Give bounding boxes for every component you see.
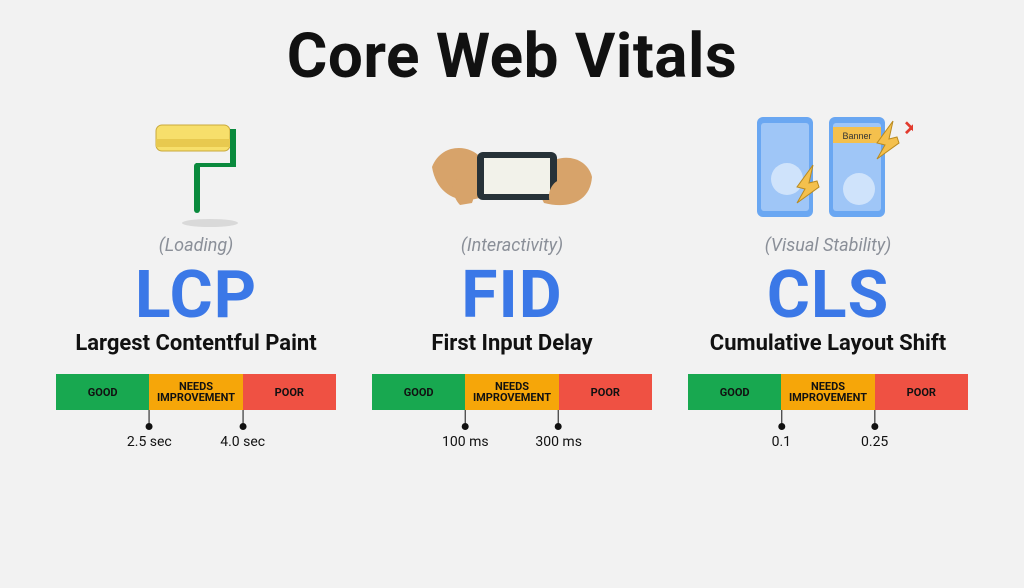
segment-needs-improvement: NEEDSIMPROVEMENT xyxy=(465,374,558,410)
segment-good: GOOD xyxy=(372,374,465,410)
svg-text:✕: ✕ xyxy=(903,116,913,140)
metric-acronym: CLS xyxy=(767,262,890,329)
threshold-bar: GOOD NEEDSIMPROVEMENT POOR 2.5 sec 4.0 s… xyxy=(56,374,336,450)
paint-roller-icon xyxy=(106,107,286,227)
metric-fid: (Interactivity) FID First Input Delay GO… xyxy=(366,107,658,450)
segment-good: GOOD xyxy=(56,374,149,410)
metric-cls: Banner ✕ (Visual Stability) CLS Cumulati… xyxy=(682,107,974,450)
threshold-ticks: 100 ms 300 ms xyxy=(372,410,652,450)
threshold-label: 100 ms xyxy=(442,434,489,450)
threshold-tick-b: 300 ms xyxy=(535,410,582,450)
threshold-ticks: 2.5 sec 4.0 sec xyxy=(56,410,336,450)
threshold-tick-a: 0.1 xyxy=(772,410,791,450)
metrics-row: (Loading) LCP Largest Contentful Paint G… xyxy=(50,107,974,450)
threshold-ticks: 0.1 0.25 xyxy=(688,410,968,450)
metric-category: (Interactivity) xyxy=(461,235,563,256)
segment-needs-improvement: NEEDSIMPROVEMENT xyxy=(781,374,874,410)
svg-text:Banner: Banner xyxy=(842,131,871,141)
segment-poor: POOR xyxy=(559,374,652,410)
threshold-segments: GOOD NEEDSIMPROVEMENT POOR xyxy=(56,374,336,410)
metric-fullname: First Input Delay xyxy=(431,331,592,356)
threshold-label: 0.25 xyxy=(861,434,888,450)
threshold-tick-b: 0.25 xyxy=(861,410,888,450)
hands-phone-icon xyxy=(422,107,602,227)
threshold-label: 2.5 sec xyxy=(127,434,172,450)
segment-poor: POOR xyxy=(243,374,336,410)
threshold-bar: GOOD NEEDSIMPROVEMENT POOR 100 ms 300 ms xyxy=(372,374,652,450)
layout-shift-icon: Banner ✕ xyxy=(738,107,918,227)
threshold-segments: GOOD NEEDSIMPROVEMENT POOR xyxy=(372,374,652,410)
threshold-tick-a: 2.5 sec xyxy=(127,410,172,450)
threshold-segments: GOOD NEEDSIMPROVEMENT POOR xyxy=(688,374,968,410)
threshold-tick-a: 100 ms xyxy=(442,410,489,450)
page-title: Core Web Vitals xyxy=(287,20,738,93)
segment-good: GOOD xyxy=(688,374,781,410)
metric-category: (Visual Stability) xyxy=(765,235,892,256)
threshold-bar: GOOD NEEDSIMPROVEMENT POOR 0.1 0.25 xyxy=(688,374,968,450)
metric-fullname: Cumulative Layout Shift xyxy=(710,331,946,356)
metric-acronym: FID xyxy=(461,262,562,329)
metric-category: (Loading) xyxy=(159,235,233,256)
segment-poor: POOR xyxy=(875,374,968,410)
threshold-label: 0.1 xyxy=(772,434,791,450)
segment-needs-improvement: NEEDSIMPROVEMENT xyxy=(149,374,242,410)
threshold-label: 300 ms xyxy=(535,434,582,450)
core-web-vitals-diagram: Core Web Vitals (Loading) LCP Largest Co… xyxy=(0,0,1024,588)
threshold-label: 4.0 sec xyxy=(220,434,265,450)
metric-lcp: (Loading) LCP Largest Contentful Paint G… xyxy=(50,107,342,450)
metric-fullname: Largest Contentful Paint xyxy=(75,331,316,356)
metric-acronym: LCP xyxy=(135,262,257,329)
threshold-tick-b: 4.0 sec xyxy=(220,410,265,450)
